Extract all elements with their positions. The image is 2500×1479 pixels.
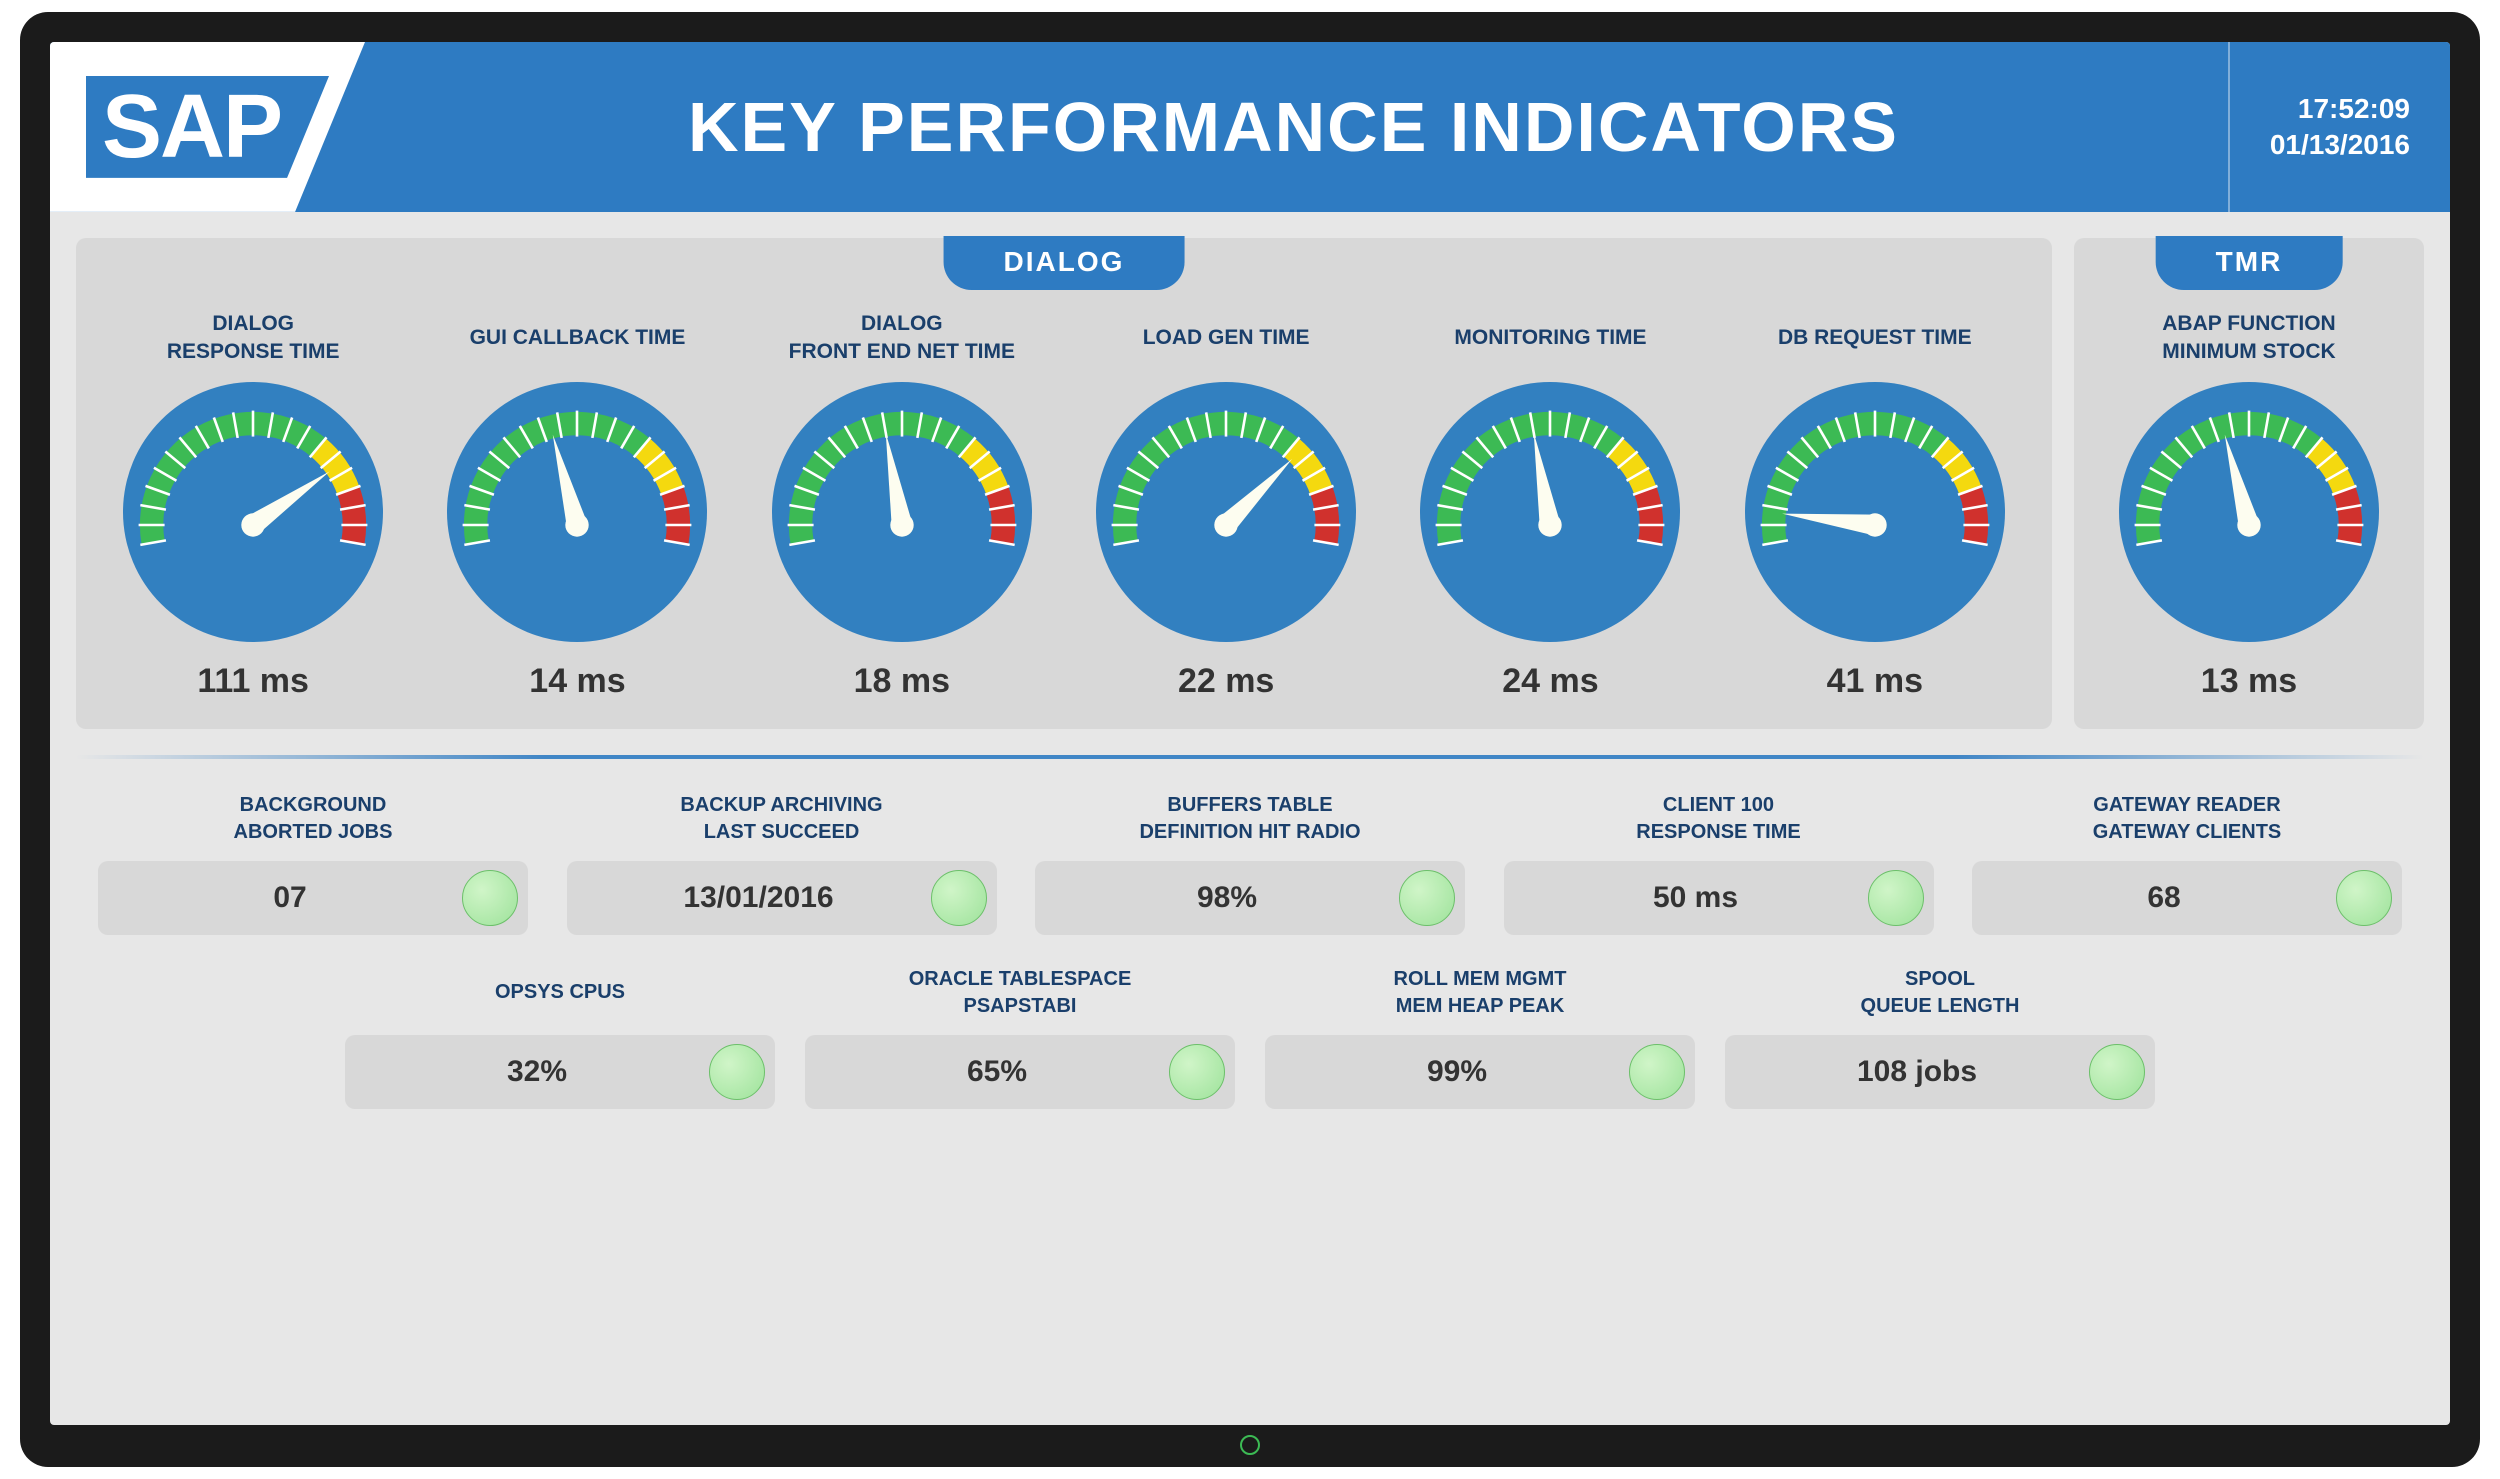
status-led-icon [1169, 1044, 1225, 1100]
gauge-value: 14 ms [529, 662, 625, 701]
gauge-value: 13 ms [2201, 662, 2297, 701]
stat-title: BUFFERS TABLEDEFINITION HIT RADIO [1139, 791, 1360, 847]
status-led-icon [1629, 1044, 1685, 1100]
stat-card: BACKGROUNDABORTED JOBS 07 [98, 791, 528, 935]
gauge-value: 18 ms [854, 662, 950, 701]
status-led-icon [462, 870, 518, 926]
status-led-icon [2089, 1044, 2145, 1100]
header-datetime: 17:52:09 01/13/2016 [2228, 42, 2450, 212]
gauge-title: MONITORING TIME [1454, 308, 1646, 368]
stat-card: BACKUP ARCHIVINGLAST SUCCEED 13/01/2016 [567, 791, 997, 935]
panel-dialog: DIALOG DIALOGRESPONSE TIME 111 ms GUI CA… [76, 238, 2052, 729]
gauge-face-icon [1096, 382, 1356, 642]
gauge-card: MONITORING TIME 24 ms [1399, 308, 1701, 701]
stat-card: BUFFERS TABLEDEFINITION HIT RADIO 98% [1035, 791, 1465, 935]
stat-title: OPSYS CPUS [495, 965, 625, 1021]
stat-pill: 68 [1972, 861, 2402, 935]
logo-container: SAP [50, 42, 365, 212]
gauge-card: DIALOGRESPONSE TIME 111 ms [102, 308, 404, 701]
status-led-icon [1399, 870, 1455, 926]
section-divider [76, 755, 2424, 759]
stat-value: 13/01/2016 [587, 881, 931, 915]
gauge-card: GUI CALLBACK TIME 14 ms [426, 308, 728, 701]
stat-card: OPSYS CPUS 32% [345, 965, 775, 1109]
gauge-card: ABAP FUNCTIONMINIMUM STOCK 13 ms [2100, 308, 2398, 701]
status-led-icon [2336, 870, 2392, 926]
stat-pill: 07 [98, 861, 528, 935]
stat-value: 50 ms [1524, 881, 1868, 915]
power-led-icon [1240, 1435, 1260, 1455]
stat-title: ROLL MEM MGMTMEM HEAP PEAK [1394, 965, 1567, 1021]
stat-title: CLIENT 100RESPONSE TIME [1636, 791, 1800, 847]
stats-row-1: BACKGROUNDABORTED JOBS 07 BACKUP ARCHIVI… [82, 791, 2418, 935]
header-bar: SAP KEY PERFORMANCE INDICATORS 17:52:09 … [50, 42, 2450, 212]
gauge-value: 22 ms [1178, 662, 1274, 701]
gauge-panels-row: DIALOG DIALOGRESPONSE TIME 111 ms GUI CA… [76, 238, 2424, 729]
gauge-title: GUI CALLBACK TIME [470, 308, 686, 368]
gauge-face-icon [1420, 382, 1680, 642]
gauge-value: 41 ms [1827, 662, 1923, 701]
screen: SAP KEY PERFORMANCE INDICATORS 17:52:09 … [50, 42, 2450, 1425]
stat-card: SPOOLQUEUE LENGTH 108 jobs [1725, 965, 2155, 1109]
stat-value: 108 jobs [1745, 1055, 2089, 1089]
gauge-card: LOAD GEN TIME 22 ms [1075, 308, 1377, 701]
stat-title: GATEWAY READERGATEWAY CLIENTS [2093, 791, 2282, 847]
gauge-face-icon [2119, 382, 2379, 642]
gauge-face-icon [1745, 382, 2005, 642]
header-time: 17:52:09 [2298, 93, 2410, 125]
stat-title: ORACLE TABLESPACEPSAPSTABI [909, 965, 1132, 1021]
stat-card: CLIENT 100RESPONSE TIME 50 ms [1504, 791, 1934, 935]
gauge-face-icon [447, 382, 707, 642]
stat-title: SPOOLQUEUE LENGTH [1861, 965, 2020, 1021]
gauge-face-icon [772, 382, 1032, 642]
stat-value: 68 [1992, 881, 2336, 915]
panel-tab-dialog: DIALOG [944, 236, 1185, 290]
gauge-title: DB REQUEST TIME [1778, 308, 1972, 368]
status-led-icon [709, 1044, 765, 1100]
header-date: 01/13/2016 [2270, 129, 2410, 161]
gauge-title: DIALOGFRONT END NET TIME [789, 308, 1015, 368]
stat-pill: 98% [1035, 861, 1465, 935]
gauge-card: DB REQUEST TIME 41 ms [1724, 308, 2026, 701]
stat-value: 32% [365, 1055, 709, 1089]
stat-card: GATEWAY READERGATEWAY CLIENTS 68 [1972, 791, 2402, 935]
stat-pill: 99% [1265, 1035, 1695, 1109]
stat-pill: 32% [345, 1035, 775, 1109]
stat-title: BACKGROUNDABORTED JOBS [234, 791, 393, 847]
gauge-face-icon [123, 382, 383, 642]
monitor-frame: SAP KEY PERFORMANCE INDICATORS 17:52:09 … [20, 12, 2480, 1467]
stat-pill: 65% [805, 1035, 1235, 1109]
stats-row-2: OPSYS CPUS 32% ORACLE TABLESPACEPSAPSTAB… [82, 965, 2418, 1109]
stat-value: 65% [825, 1055, 1169, 1089]
status-led-icon [1868, 870, 1924, 926]
stat-value: 98% [1055, 881, 1399, 915]
gauge-title: ABAP FUNCTIONMINIMUM STOCK [2162, 308, 2335, 368]
sap-logo: SAP [86, 76, 329, 178]
stat-pill: 50 ms [1504, 861, 1934, 935]
panel-tab-tmr: TMR [2156, 236, 2343, 290]
status-led-icon [931, 870, 987, 926]
gauge-title: DIALOGRESPONSE TIME [167, 308, 340, 368]
gauge-card: DIALOGFRONT END NET TIME 18 ms [751, 308, 1053, 701]
stat-value: 99% [1285, 1055, 1629, 1089]
stat-title: BACKUP ARCHIVINGLAST SUCCEED [680, 791, 882, 847]
stat-card: ROLL MEM MGMTMEM HEAP PEAK 99% [1265, 965, 1695, 1109]
stat-pill: 108 jobs [1725, 1035, 2155, 1109]
stats-section: BACKGROUNDABORTED JOBS 07 BACKUP ARCHIVI… [76, 785, 2424, 1119]
page-title: KEY PERFORMANCE INDICATORS [359, 42, 2228, 212]
gauge-value: 111 ms [197, 662, 309, 701]
stat-card: ORACLE TABLESPACEPSAPSTABI 65% [805, 965, 1235, 1109]
stat-pill: 13/01/2016 [567, 861, 997, 935]
dashboard-body: DIALOG DIALOGRESPONSE TIME 111 ms GUI CA… [50, 212, 2450, 1425]
panel-tmr: TMR ABAP FUNCTIONMINIMUM STOCK 13 ms [2074, 238, 2424, 729]
gauge-value: 24 ms [1502, 662, 1598, 701]
stat-value: 07 [118, 881, 462, 915]
gauge-title: LOAD GEN TIME [1143, 308, 1310, 368]
